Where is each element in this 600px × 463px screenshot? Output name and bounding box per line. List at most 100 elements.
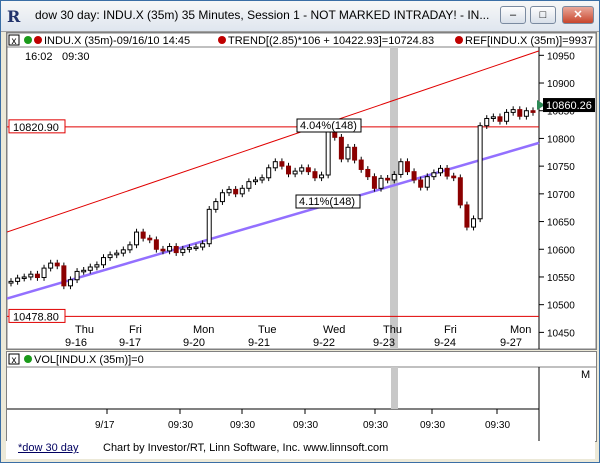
volume-tick-label: 09:30 xyxy=(293,420,318,431)
candle xyxy=(81,269,87,273)
candle xyxy=(134,231,140,246)
y-tick-label: 10950 xyxy=(547,51,575,62)
close-button[interactable]: ✕ xyxy=(562,6,594,24)
volume-scale-label: M xyxy=(581,369,590,381)
date-label: 9-20 xyxy=(183,337,205,349)
candle xyxy=(15,277,21,282)
candle xyxy=(114,252,120,256)
candle xyxy=(173,245,179,254)
candle xyxy=(67,279,73,287)
candle xyxy=(193,246,199,250)
candle xyxy=(504,111,510,122)
candle xyxy=(437,167,443,174)
trend-legend[interactable]: TREND[(2.85)*106 + 10422.93]=10724.83 xyxy=(228,35,434,47)
volume-tick-label: 9/17 xyxy=(95,420,115,431)
y-tick-label: 10500 xyxy=(547,301,575,312)
date-label: 9-24 xyxy=(434,337,456,349)
candle xyxy=(319,174,325,179)
chart-frame xyxy=(7,33,596,349)
y-tick-label: 10900 xyxy=(547,79,575,90)
candle xyxy=(8,280,14,284)
volume-toggle-x-icon[interactable]: x xyxy=(12,355,17,366)
candle xyxy=(167,245,173,252)
candle xyxy=(464,204,470,228)
candle xyxy=(378,177,384,189)
candle xyxy=(226,188,232,194)
ref-status-icon xyxy=(455,36,463,44)
price-chart[interactable]: x INDU.X (35m)-09/16/10 14:45 TREND[(2.8… xyxy=(7,33,596,349)
candle xyxy=(530,110,536,113)
day-label: Mon xyxy=(193,324,214,336)
last-price-label: 10860.26 xyxy=(546,100,592,112)
time-left-label: 16:02 xyxy=(25,51,53,63)
volume-highlight-band xyxy=(391,367,398,409)
candle xyxy=(120,249,126,254)
candle xyxy=(312,171,318,179)
ref-legend[interactable]: REF[INDU.X (35m)]=9937 xyxy=(465,35,593,47)
candle xyxy=(266,167,272,179)
candle xyxy=(352,146,358,161)
candle xyxy=(404,161,410,173)
date-label: 9-22 xyxy=(313,337,335,349)
y-tick-label: 10550 xyxy=(547,273,575,284)
candle xyxy=(431,172,437,178)
title-bar[interactable]: R dow 30 day: INDU.X (35m) 35 Minutes, S… xyxy=(1,1,599,32)
day-label: Fri xyxy=(444,324,457,336)
candle xyxy=(140,231,146,239)
candle xyxy=(252,179,258,183)
red-status-icon xyxy=(34,36,42,44)
candle xyxy=(391,173,397,181)
candle xyxy=(305,167,311,173)
candle xyxy=(219,192,225,203)
price-chart-panel[interactable]: x INDU.X (35m)-09/16/10 14:45 TREND[(2.8… xyxy=(6,32,597,350)
volume-tick-label: 09:30 xyxy=(420,420,445,431)
date-label: 9-27 xyxy=(500,337,522,349)
chart-tab[interactable]: *dow 30 day xyxy=(18,442,79,454)
investor-rt-logo-icon: R xyxy=(7,7,21,26)
symbol-legend[interactable]: INDU.X (35m)-09/16/10 14:45 xyxy=(44,35,190,47)
y-tick-label: 10800 xyxy=(547,134,575,145)
day-label: Wed xyxy=(323,324,345,336)
candle xyxy=(497,116,503,122)
day-label: Thu xyxy=(383,324,402,336)
candle xyxy=(411,171,417,181)
candle xyxy=(451,175,457,179)
volume-status-icon xyxy=(24,355,32,363)
candle xyxy=(471,218,477,228)
candle xyxy=(424,176,430,188)
candle xyxy=(358,159,364,170)
candle xyxy=(418,179,424,188)
candle xyxy=(160,248,166,252)
candle xyxy=(101,257,107,266)
maximize-button[interactable]: □ xyxy=(530,6,556,24)
candle xyxy=(484,117,490,127)
candle xyxy=(147,237,153,241)
candle xyxy=(54,262,60,267)
volume-legend[interactable]: VOL[INDU.X (35m)]=0 xyxy=(34,354,144,366)
window-title: dow 30 day: INDU.X (35m) 35 Minutes, Ses… xyxy=(35,8,490,22)
candle xyxy=(279,161,285,167)
candle xyxy=(180,248,186,254)
toggle-x-icon[interactable]: x xyxy=(12,36,17,47)
candle xyxy=(74,270,80,281)
volume-tick-label: 09:30 xyxy=(363,420,388,431)
time-right-label: 09:30 xyxy=(62,51,90,63)
candle xyxy=(477,125,483,220)
candle xyxy=(34,273,40,279)
percent-annotation: 4.11%(148) xyxy=(299,196,355,208)
candle xyxy=(153,239,159,250)
minimize-button[interactable]: – xyxy=(500,6,526,24)
candle xyxy=(107,254,113,259)
green-status-icon xyxy=(24,36,32,44)
candle xyxy=(246,181,252,189)
volume-panel[interactable]: x VOL[INDU.X (35m)]=0 M 9/17 09:30 09:30 09… xyxy=(6,351,597,442)
date-label: 9-21 xyxy=(248,337,270,349)
candle xyxy=(292,170,298,175)
candle xyxy=(444,167,450,177)
volume-chart[interactable]: x VOL[INDU.X (35m)]=0 M 9/17 09:30 09:30 09… xyxy=(7,352,596,441)
y-tick-label: 10700 xyxy=(547,190,575,201)
candle xyxy=(206,208,212,245)
candle xyxy=(345,146,351,160)
candle xyxy=(259,177,265,181)
credit-text: Chart by Investor/RT, Linn Software, Inc… xyxy=(103,442,389,454)
